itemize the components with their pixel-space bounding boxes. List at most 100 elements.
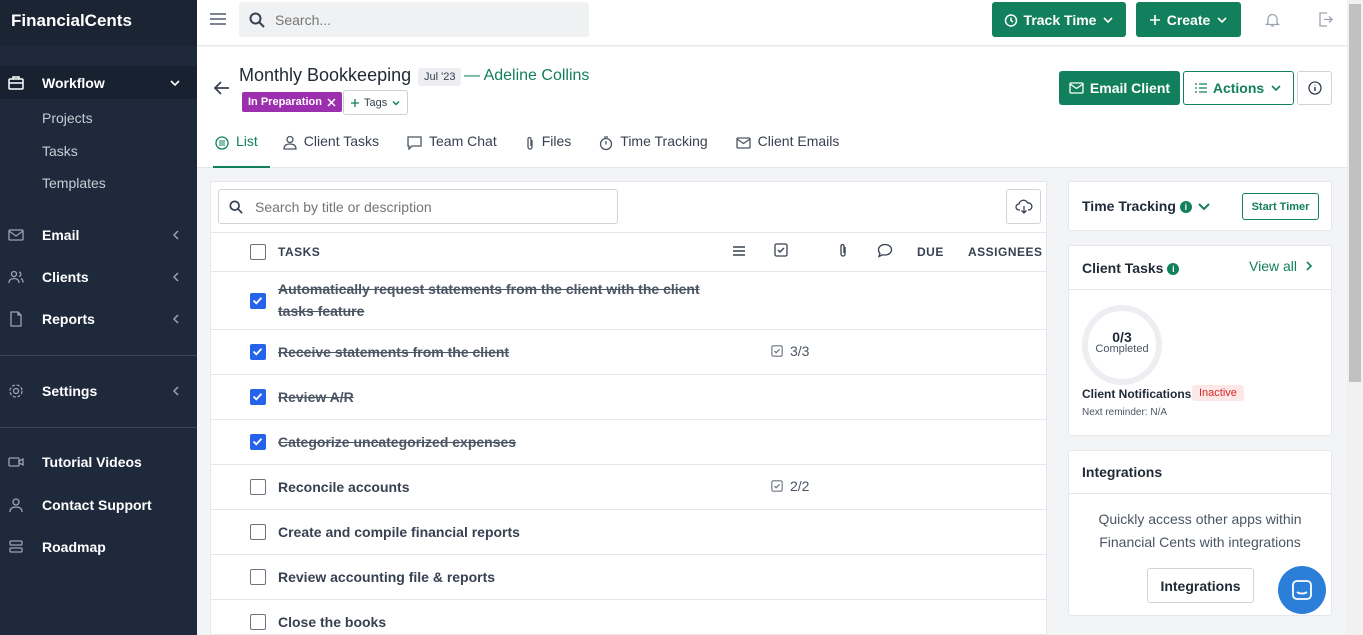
sidebar-item-label: Contact Support bbox=[42, 497, 152, 513]
integrations-button[interactable]: Integrations bbox=[1147, 568, 1254, 603]
task-search-input[interactable] bbox=[255, 198, 595, 215]
mail-icon bbox=[736, 137, 751, 149]
client-link[interactable]: — Adeline Collins bbox=[464, 67, 589, 85]
table-row[interactable]: Review A/R bbox=[211, 375, 1046, 420]
list-circle-icon bbox=[215, 136, 229, 150]
info-button[interactable] bbox=[1297, 71, 1332, 105]
sidebar-item-workflow[interactable]: Workflow bbox=[0, 66, 197, 99]
top-bar: Track Time Create bbox=[197, 0, 1347, 46]
sidebar-divider bbox=[0, 355, 197, 356]
status-badge[interactable]: In Preparation bbox=[242, 92, 342, 112]
sidebar-item-email[interactable]: Email bbox=[0, 220, 197, 250]
sidebar-item-label: Tutorial Videos bbox=[42, 454, 142, 470]
description-icon[interactable] bbox=[732, 245, 746, 257]
view-all-link[interactable]: View all bbox=[1249, 258, 1313, 274]
menu-icon[interactable] bbox=[209, 12, 227, 26]
users-icon bbox=[8, 270, 24, 284]
page-scrollbar[interactable] bbox=[1347, 0, 1363, 635]
sidebar: FinancialCents Workflow Projects Tasks T… bbox=[0, 0, 197, 635]
task-checkbox[interactable] bbox=[250, 389, 266, 405]
task-title[interactable]: Receive statements from the client bbox=[278, 341, 509, 363]
sidebar-item-label: Email bbox=[42, 227, 80, 243]
tags-label: Tags bbox=[364, 96, 388, 109]
select-all-checkbox[interactable] bbox=[250, 244, 266, 260]
task-title[interactable]: Create and compile financial reports bbox=[278, 521, 520, 543]
tab-list[interactable]: List bbox=[213, 130, 270, 168]
table-row[interactable]: Automatically request statements from th… bbox=[211, 272, 1046, 330]
paperclip-icon[interactable] bbox=[838, 243, 848, 258]
tab-client-emails[interactable]: Client Emails bbox=[735, 130, 855, 168]
back-arrow-icon[interactable] bbox=[213, 80, 230, 96]
notification-status-badge: Inactive bbox=[1192, 385, 1244, 401]
download-button[interactable] bbox=[1006, 189, 1041, 224]
tab-time-tracking[interactable]: Time Tracking bbox=[598, 130, 722, 168]
task-title[interactable]: Automatically request statements from th… bbox=[278, 278, 700, 300]
email-client-label: Email Client bbox=[1089, 80, 1171, 96]
logout-icon[interactable] bbox=[1318, 12, 1333, 27]
chevron-left-icon bbox=[172, 272, 179, 282]
task-checkbox[interactable] bbox=[250, 434, 266, 450]
sidebar-item-clients[interactable]: Clients bbox=[0, 262, 197, 292]
column-header-due: DUE bbox=[917, 245, 944, 259]
task-title[interactable]: Reconcile accounts bbox=[278, 476, 410, 498]
sidebar-item-settings[interactable]: Settings bbox=[0, 376, 197, 406]
task-title-continued[interactable]: tasks feature bbox=[278, 300, 364, 322]
sidebar-item-tutorial-videos[interactable]: Tutorial Videos bbox=[0, 447, 197, 477]
table-row[interactable]: Categorize uncategorized expenses bbox=[211, 420, 1046, 465]
sidebar-item-tasks[interactable]: Tasks bbox=[42, 143, 78, 159]
task-checkbox[interactable] bbox=[250, 524, 266, 540]
sidebar-item-contact-support[interactable]: Contact Support bbox=[0, 490, 197, 520]
checklist-icon[interactable] bbox=[774, 243, 788, 257]
search-icon bbox=[229, 199, 243, 214]
task-title[interactable]: Categorize uncategorized expenses bbox=[278, 431, 516, 453]
task-checkbox[interactable] bbox=[250, 293, 266, 309]
tags-button[interactable]: Tags bbox=[343, 90, 409, 115]
table-row[interactable]: Close the books bbox=[211, 600, 1046, 634]
table-row[interactable]: Review accounting file & reports bbox=[211, 555, 1046, 600]
project-header: Monthly Bookkeeping Jul '23 — Adeline Co… bbox=[197, 47, 1347, 168]
info-icon: i bbox=[1167, 263, 1180, 275]
table-row[interactable]: Reconcile accounts 2/2 bbox=[211, 465, 1046, 510]
stopwatch-icon bbox=[600, 136, 613, 151]
actions-button[interactable]: Actions bbox=[1183, 71, 1294, 105]
email-client-button[interactable]: Email Client bbox=[1059, 71, 1180, 105]
search-input[interactable] bbox=[275, 11, 575, 28]
task-title[interactable]: Review A/R bbox=[278, 386, 354, 408]
tab-label: Files bbox=[541, 133, 572, 149]
task-title[interactable]: Review accounting file & reports bbox=[278, 566, 495, 588]
sidebar-item-roadmap[interactable]: Roadmap bbox=[0, 532, 197, 562]
client-tasks-title: Client Tasks i bbox=[1082, 260, 1180, 276]
track-time-button[interactable]: Track Time bbox=[992, 2, 1126, 37]
close-icon[interactable] bbox=[327, 97, 336, 107]
create-button[interactable]: Create bbox=[1136, 2, 1241, 37]
sidebar-item-reports[interactable]: Reports bbox=[0, 304, 197, 334]
app-logo[interactable]: FinancialCents bbox=[0, 0, 197, 46]
task-title[interactable]: Close the books bbox=[278, 611, 386, 633]
chevron-down-icon[interactable] bbox=[1197, 201, 1211, 213]
comment-icon[interactable] bbox=[877, 243, 893, 258]
task-checkbox[interactable] bbox=[250, 344, 266, 360]
table-row[interactable]: Receive statements from the client 3/3 bbox=[211, 330, 1046, 375]
sidebar-item-templates[interactable]: Templates bbox=[42, 175, 106, 191]
project-tabs: List Client Tasks Team Chat Files Time T… bbox=[213, 130, 866, 168]
start-timer-button[interactable]: Start Timer bbox=[1242, 193, 1319, 220]
table-row[interactable]: Create and compile financial reports bbox=[211, 510, 1046, 555]
tab-label: Client Emails bbox=[757, 133, 840, 149]
bell-icon[interactable] bbox=[1265, 12, 1280, 28]
chat-launcher-button[interactable] bbox=[1278, 566, 1326, 614]
task-checkbox[interactable] bbox=[250, 569, 266, 585]
global-search[interactable] bbox=[239, 2, 589, 37]
card-divider bbox=[1069, 289, 1331, 290]
task-checkbox[interactable] bbox=[250, 614, 266, 630]
sidebar-item-projects[interactable]: Projects bbox=[42, 110, 93, 126]
column-header-tasks: TASKS bbox=[278, 245, 321, 259]
chevron-down-icon bbox=[1103, 16, 1114, 23]
tab-client-tasks[interactable]: Client Tasks bbox=[282, 130, 394, 168]
task-search[interactable] bbox=[218, 189, 618, 224]
tab-files[interactable]: Files bbox=[524, 130, 587, 168]
task-checkbox[interactable] bbox=[250, 479, 266, 495]
gear-icon bbox=[9, 384, 23, 398]
scrollbar-thumb[interactable] bbox=[1349, 4, 1361, 382]
time-tracking-title[interactable]: Time Tracking i bbox=[1082, 198, 1192, 214]
tab-team-chat[interactable]: Team Chat bbox=[406, 130, 512, 168]
